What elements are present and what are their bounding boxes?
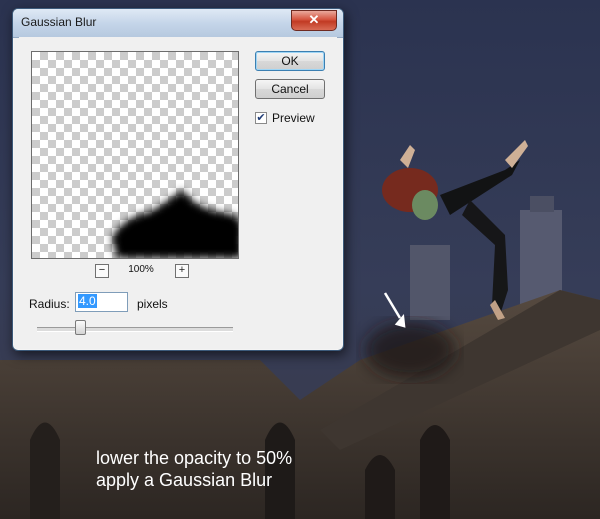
window-2 — [420, 425, 450, 519]
caption-line-2: apply a Gaussian Blur — [96, 470, 273, 490]
dialog-titlebar[interactable]: Gaussian Blur ✕ — [13, 9, 343, 38]
preview-checkbox[interactable]: ✔ — [255, 112, 267, 124]
dialog-client: − 100% + Radius: 4.0 pixels OK Cancel ✔ … — [19, 37, 337, 344]
blurred-shape — [112, 190, 238, 258]
radius-label: Radius: — [29, 297, 70, 311]
radius-slider-thumb[interactable] — [75, 320, 86, 335]
radius-slider-track[interactable] — [37, 327, 233, 332]
chimney-cap — [530, 196, 554, 212]
zoom-in-button[interactable]: + — [175, 264, 189, 278]
zoom-level: 100% — [128, 264, 154, 275]
cancel-button[interactable]: Cancel — [255, 79, 325, 99]
close-button[interactable]: ✕ — [291, 10, 337, 31]
checkmark-icon: ✔ — [256, 112, 266, 124]
radius-unit-label: pixels — [137, 297, 168, 311]
preview-image — [112, 190, 238, 258]
close-icon: ✕ — [308, 12, 320, 27]
radius-input[interactable]: 4.0 — [75, 292, 128, 312]
gaussian-blur-dialog: Gaussian Blur ✕ − 100% + Radius: 4.0 pix… — [12, 8, 344, 351]
caption-line-1: lower the opacity to 50% — [96, 448, 293, 468]
dialog-title: Gaussian Blur — [21, 15, 97, 29]
plus-icon: + — [178, 264, 186, 276]
blurred-shadow — [365, 322, 455, 378]
zoom-out-button[interactable]: − — [95, 264, 109, 278]
tutorial-caption: lower the opacity to 50% apply a Gaussia… — [96, 447, 292, 491]
chimney-left — [410, 245, 450, 320]
preview-pane[interactable] — [31, 51, 239, 259]
ok-button[interactable]: OK — [255, 51, 325, 71]
window-4 — [30, 422, 60, 519]
preview-label: Preview — [272, 111, 315, 125]
radius-value: 4.0 — [78, 294, 97, 308]
window-1 — [365, 455, 395, 519]
minus-icon: − — [98, 264, 106, 276]
